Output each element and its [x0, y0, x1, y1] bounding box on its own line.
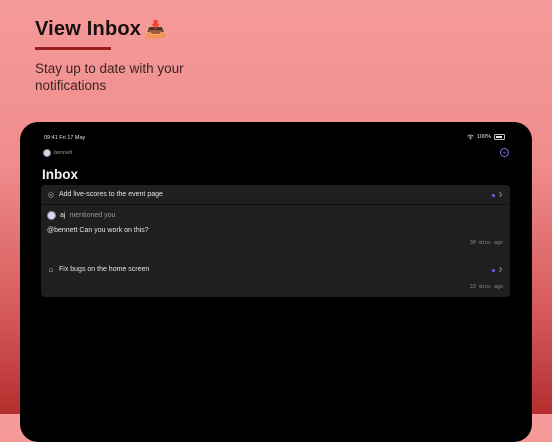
- status-indicators: 100%: [467, 134, 505, 140]
- account-switcher[interactable]: bennett: [43, 149, 72, 157]
- notification-header[interactable]: Fix bugs on the home screen: [48, 266, 149, 273]
- notification-card[interactable]: Fix bugs on the home screen 33 mins ago: [41, 260, 510, 297]
- author-avatar: [47, 211, 56, 220]
- status-bar: 09:41 Fri 17 May 100%: [20, 122, 532, 148]
- timestamp: 33 mins ago: [469, 284, 503, 290]
- unread-indicator: [492, 269, 495, 272]
- notification-title: Add live-scores to the event page: [59, 191, 163, 198]
- hero-subtitle: Stay up to date with your notifications: [35, 61, 184, 93]
- comment-icon: [48, 191, 54, 198]
- notification-title: Fix bugs on the home screen: [59, 266, 150, 273]
- hero-underline: [35, 47, 111, 50]
- tablet-screen: 09:41 Fri 17 May 100% bennett Inbox Add …: [20, 122, 532, 442]
- username: bennett: [54, 150, 73, 156]
- unread-indicator: [492, 194, 495, 197]
- hero-title: View Inbox 📥: [35, 18, 166, 41]
- mention-row: aj mentioned you: [47, 211, 115, 220]
- notification-header[interactable]: Add live-scores to the event page: [48, 191, 163, 198]
- card-divider: [41, 204, 510, 205]
- chevron-right-icon[interactable]: [498, 266, 503, 273]
- wifi-icon: [467, 134, 474, 140]
- chevron-right-icon[interactable]: [498, 191, 503, 198]
- comment-text: @bennett Can you work on this?: [47, 227, 149, 234]
- hero-title-text: View Inbox: [35, 18, 142, 40]
- filter-button[interactable]: [500, 148, 509, 157]
- mention-author: aj: [60, 212, 66, 219]
- status-time: 09:41 Fri 17 May: [44, 135, 86, 141]
- page-title: Inbox: [42, 167, 78, 182]
- notification-card[interactable]: Add live-scores to the event page aj men…: [41, 185, 510, 270]
- avatar: [43, 149, 51, 157]
- timestamp: 30 mins ago: [469, 240, 503, 246]
- bell-icon: [49, 267, 53, 272]
- mention-action: mentioned you: [69, 212, 116, 219]
- inbox-tray-icon: 📥: [145, 20, 167, 39]
- battery-percentage: 100%: [476, 134, 491, 140]
- chevron-down-icon: [502, 151, 507, 154]
- battery-icon: [494, 134, 505, 140]
